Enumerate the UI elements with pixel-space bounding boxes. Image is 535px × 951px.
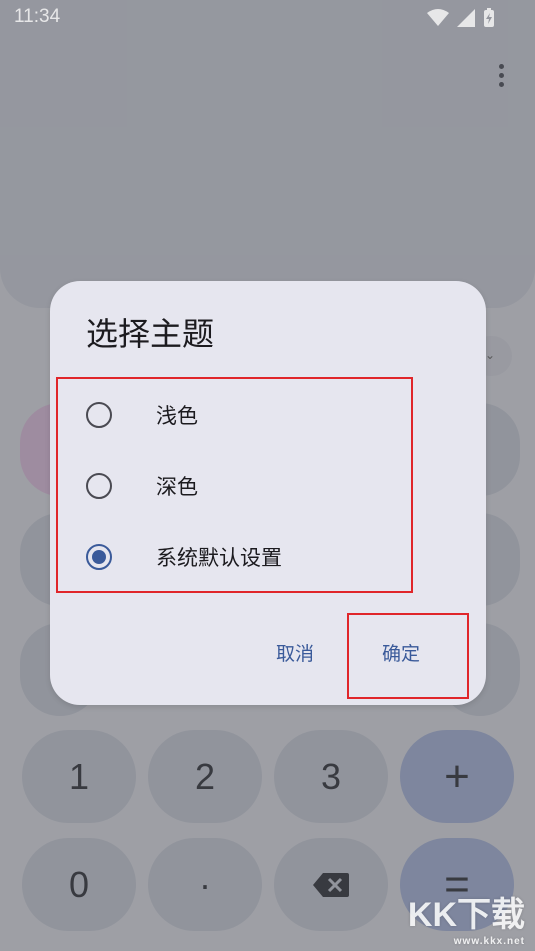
options-highlight-box [56, 377, 413, 593]
cancel-button[interactable]: 取消 [276, 639, 314, 666]
watermark: KK下载 www.kkx.net [408, 887, 525, 947]
watermark-text: KK下载 [407, 896, 525, 934]
ok-highlight-box [347, 613, 469, 699]
watermark-url: www.kkx.net [453, 936, 525, 947]
dialog-title: 选择主题 [86, 315, 215, 353]
